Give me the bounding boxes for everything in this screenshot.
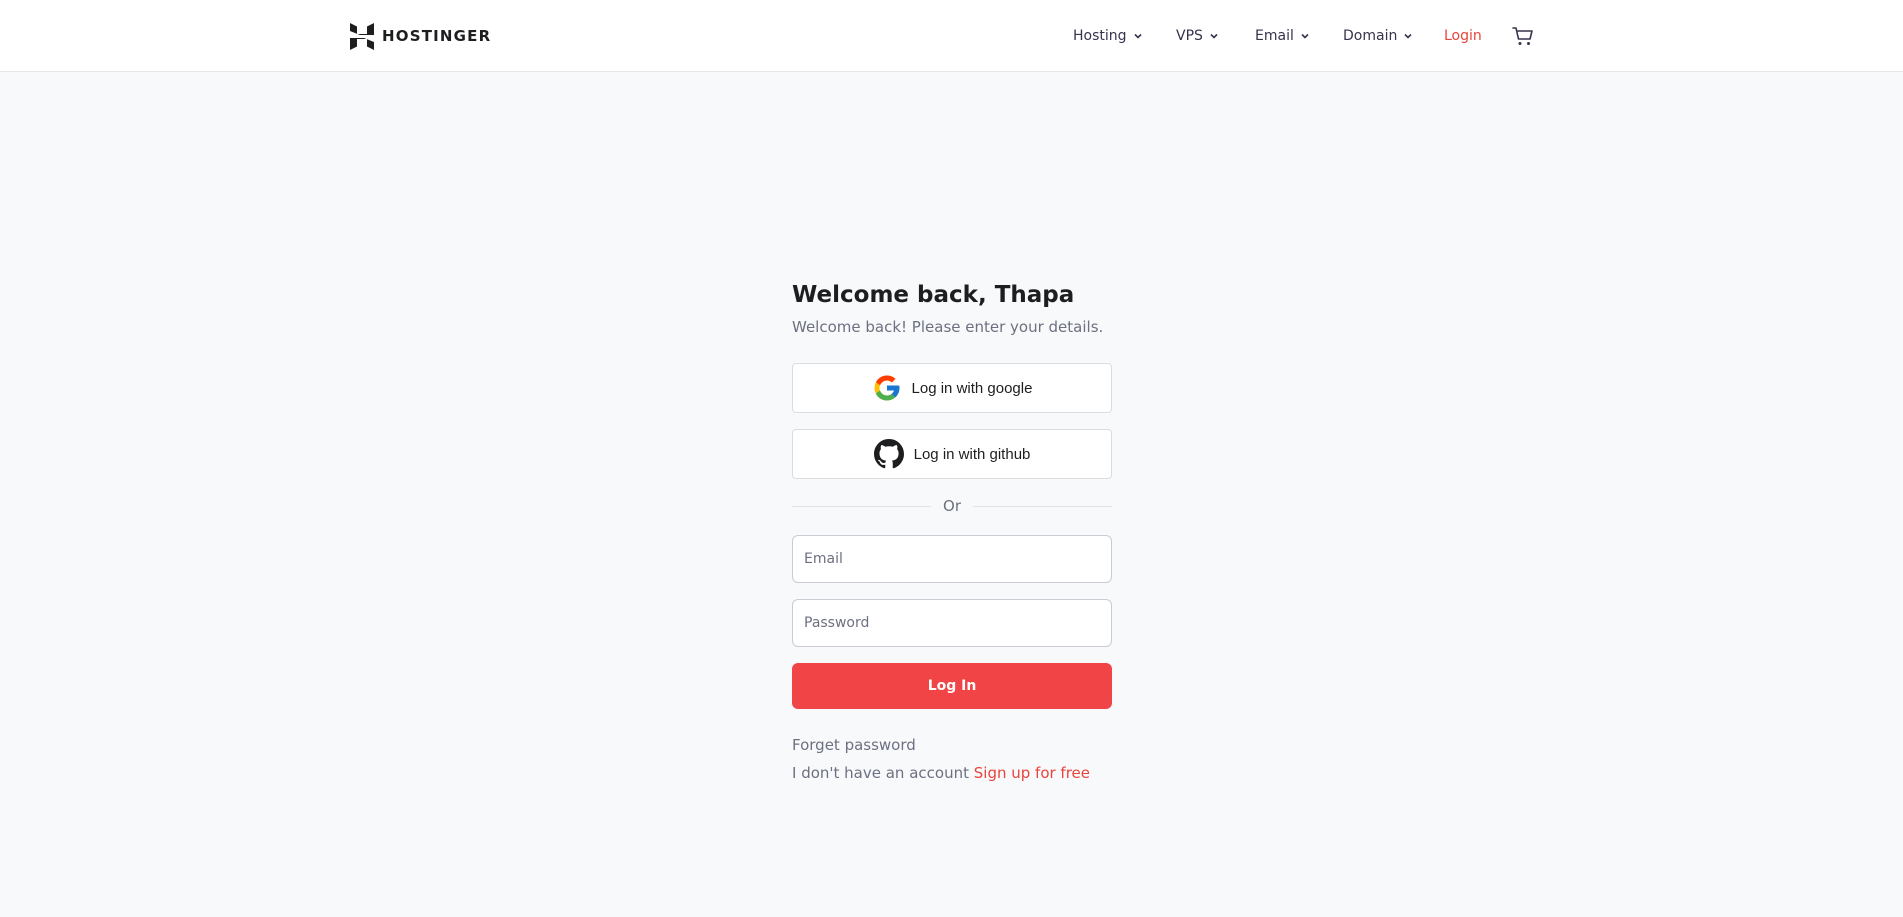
nav-email-label: Email (1255, 28, 1294, 44)
password-field[interactable] (792, 599, 1112, 647)
page-subtitle: Welcome back! Please enter your details. (792, 318, 1104, 336)
email-field[interactable] (792, 535, 1112, 583)
divider-text: Or (943, 497, 961, 515)
divider-line-left (792, 505, 932, 507)
divider-line-right (973, 505, 1113, 507)
nav-hosting-label: Hosting (1073, 28, 1127, 44)
signup-prompt: I don't have an account Sign up for free (792, 764, 1090, 782)
nav-vps[interactable]: VPS (1176, 22, 1219, 50)
chevron-down-icon (1301, 33, 1309, 39)
hostinger-logo-icon (350, 22, 374, 50)
or-divider: Or (792, 496, 1113, 516)
google-icon (874, 375, 900, 401)
nav-domain-label: Domain (1343, 28, 1398, 44)
login-google-button[interactable]: Log in with google (792, 363, 1112, 413)
signup-link[interactable]: Sign up for free (974, 764, 1090, 782)
forgot-password-link[interactable]: Forget password (792, 736, 916, 754)
nav-domain[interactable]: Domain (1343, 22, 1413, 50)
login-github-label: Log in with github (913, 445, 1031, 463)
login-submit-button[interactable]: Log In (792, 663, 1112, 709)
no-account-text: I don't have an account (792, 764, 969, 782)
hostinger-logo[interactable]: HOSTINGER (350, 22, 491, 50)
nav-vps-label: VPS (1176, 28, 1203, 44)
chevron-down-icon (1133, 33, 1142, 39)
nav-login-link[interactable]: Login (1444, 22, 1482, 50)
chevron-down-icon (1404, 33, 1412, 39)
cart-icon[interactable] (1511, 24, 1535, 48)
github-icon (873, 439, 904, 469)
nav-email[interactable]: Email (1255, 22, 1310, 50)
login-github-button[interactable]: Log in with github (792, 429, 1112, 479)
nav-hosting[interactable]: Hosting (1073, 22, 1143, 50)
page-title: Welcome back, Thapa (792, 282, 1075, 308)
logo-text: HOSTINGER (382, 27, 492, 45)
login-google-label: Log in with google (911, 379, 1033, 397)
chevron-down-icon (1210, 33, 1218, 39)
top-navigation-bar: HOSTINGER Hosting VPS Email Domain Login (0, 0, 1903, 72)
